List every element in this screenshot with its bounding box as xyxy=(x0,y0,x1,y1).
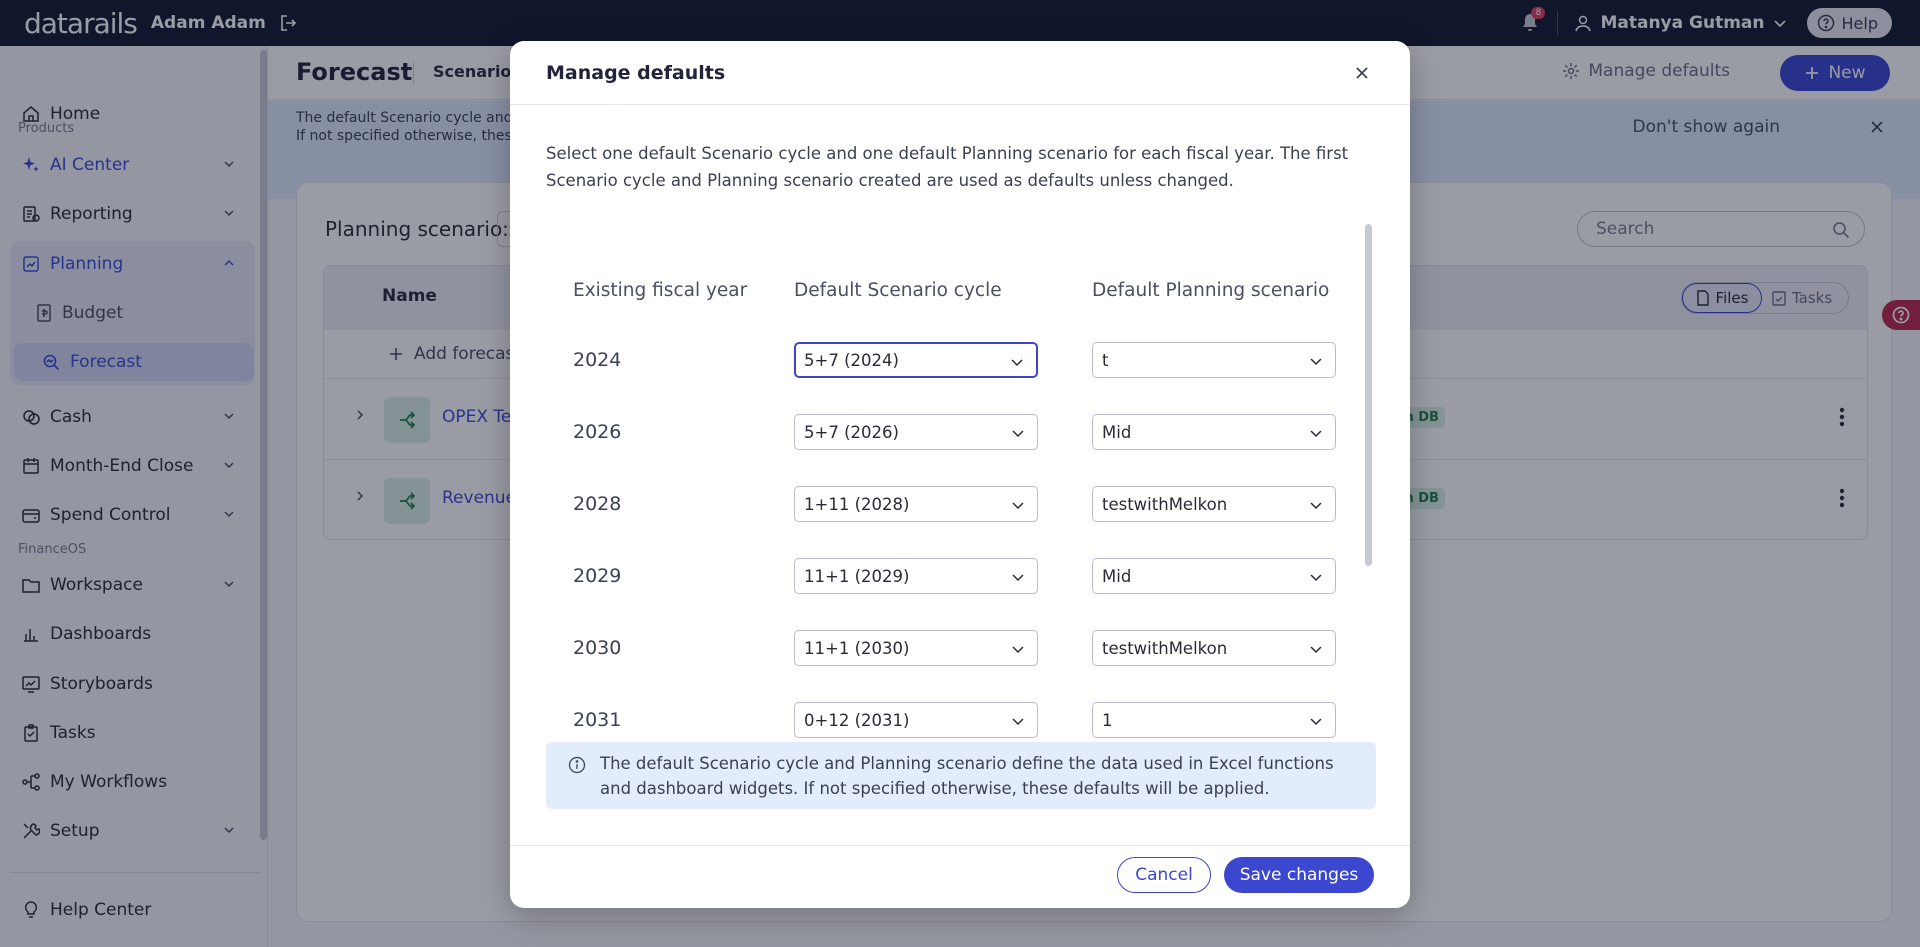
column-header-year: Existing fiscal year xyxy=(573,280,748,301)
modal-header: Manage defaults xyxy=(510,41,1410,105)
column-header-plan: Default Planning scenario xyxy=(1092,280,1330,301)
modal-description: Select one default Scenario cycle and on… xyxy=(546,144,1349,190)
planning-scenario-select[interactable]: Mid xyxy=(1092,414,1336,450)
selected-value: Mid xyxy=(1102,422,1132,442)
chevron-down-icon xyxy=(1011,642,1025,656)
scenario-cycle-select[interactable]: 1+11 (2028) xyxy=(794,486,1038,522)
scenario-cycle-select[interactable]: 11+1 (2029) xyxy=(794,558,1038,594)
scenario-cycle-select[interactable]: 11+1 (2030) xyxy=(794,630,1038,666)
planning-scenario-select[interactable]: 1 xyxy=(1092,702,1336,738)
cancel-button[interactable]: Cancel xyxy=(1117,857,1211,893)
column-header-cycle: Default Scenario cycle xyxy=(794,280,1002,301)
chevron-down-icon xyxy=(1309,498,1323,512)
planning-scenario-select[interactable]: testwithMelkon xyxy=(1092,630,1336,666)
planning-scenario-select[interactable]: testwithMelkon xyxy=(1092,486,1336,522)
defaults-row: 2026 5+7 (2026) Mid xyxy=(546,414,1366,454)
fiscal-year: 2031 xyxy=(573,709,622,731)
chevron-down-icon xyxy=(1011,714,1025,728)
chevron-down-icon xyxy=(1309,354,1323,368)
fiscal-year: 2026 xyxy=(573,421,622,443)
save-changes-button[interactable]: Save changes xyxy=(1224,857,1374,893)
info-text: The default Scenario cycle and Planning … xyxy=(600,754,1334,798)
selected-value: Mid xyxy=(1102,566,1132,586)
chevron-down-icon xyxy=(1309,570,1323,584)
defaults-table: Existing fiscal year Default Scenario cy… xyxy=(546,223,1366,738)
selected-value: 1+11 (2028) xyxy=(804,494,910,514)
scenario-cycle-select[interactable]: 5+7 (2026) xyxy=(794,414,1038,450)
defaults-row: 2030 11+1 (2030) testwithMelkon xyxy=(546,630,1366,670)
fiscal-year: 2029 xyxy=(573,565,622,587)
info-icon xyxy=(568,756,586,774)
close-icon[interactable] xyxy=(1354,65,1370,81)
fiscal-year: 2024 xyxy=(573,349,622,371)
chevron-down-icon xyxy=(1010,355,1024,369)
chevron-down-icon xyxy=(1309,426,1323,440)
selected-value: 11+1 (2029) xyxy=(804,566,910,586)
modal-title: Manage defaults xyxy=(546,62,726,84)
selected-value: 0+12 (2031) xyxy=(804,710,910,730)
fiscal-year: 2030 xyxy=(573,637,622,659)
selected-value: t xyxy=(1102,350,1109,370)
chevron-down-icon xyxy=(1011,498,1025,512)
planning-scenario-select[interactable]: t xyxy=(1092,342,1336,378)
defaults-row: 2028 1+11 (2028) testwithMelkon xyxy=(546,486,1366,526)
chevron-down-icon xyxy=(1309,714,1323,728)
chevron-down-icon xyxy=(1309,642,1323,656)
info-box: The default Scenario cycle and Planning … xyxy=(546,742,1376,809)
selected-value: testwithMelkon xyxy=(1102,494,1228,514)
selected-value: 5+7 (2024) xyxy=(804,350,899,370)
chevron-down-icon xyxy=(1011,570,1025,584)
modal-scrollbar[interactable] xyxy=(1365,224,1372,566)
selected-value: testwithMelkon xyxy=(1102,638,1228,658)
scenario-cycle-select[interactable]: 0+12 (2031) xyxy=(794,702,1038,738)
defaults-row: 2024 5+7 (2024) t xyxy=(546,342,1366,382)
defaults-row: 2029 11+1 (2029) Mid xyxy=(546,558,1366,598)
selected-value: 1 xyxy=(1102,710,1113,730)
manage-defaults-modal: Manage defaults Select one default Scena… xyxy=(510,41,1410,908)
defaults-row: 2031 0+12 (2031) 1 xyxy=(546,702,1366,738)
selected-value: 5+7 (2026) xyxy=(804,422,899,442)
fiscal-year: 2028 xyxy=(573,493,622,515)
modal-footer: Cancel Save changes xyxy=(510,845,1410,908)
scenario-cycle-select[interactable]: 5+7 (2024) xyxy=(794,342,1038,378)
selected-value: 11+1 (2030) xyxy=(804,638,910,658)
planning-scenario-select[interactable]: Mid xyxy=(1092,558,1336,594)
chevron-down-icon xyxy=(1011,426,1025,440)
